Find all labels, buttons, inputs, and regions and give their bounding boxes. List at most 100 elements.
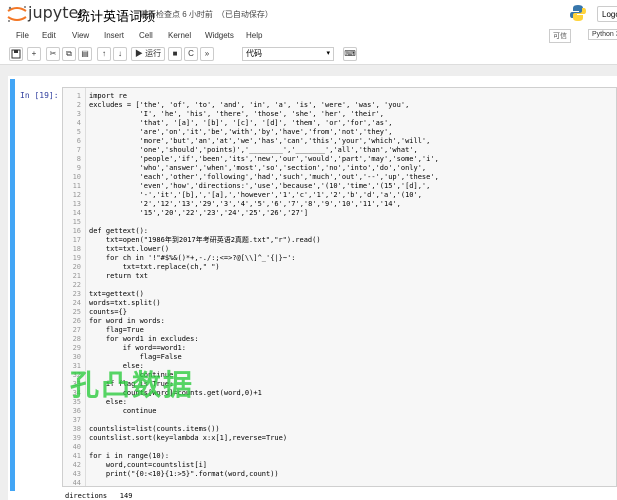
line-number: 30 [72,353,81,361]
restart-button[interactable]: C [184,47,198,61]
code-text: 'people','if','been','its','new','our','… [89,155,439,163]
code-line: 30 flag=False [63,353,616,362]
python-logo-icon [570,5,586,21]
move-up-button[interactable]: ↑ [97,47,111,61]
code-line: 11 'even','how','directions:','use','bec… [63,182,616,191]
code-line: 41 for i in range(10): [63,452,616,461]
line-number: 24 [72,299,81,307]
toolbar: + ✂ ⧉ ▤ ↑ ↓ ▶ 运行 ■ C » 代码 ▾ ⌨ [0,44,617,65]
line-number: 23 [72,290,81,298]
menu-widgets[interactable]: Widgets [205,31,234,40]
restart-run-all-button[interactable]: » [200,47,214,61]
arrow-down-icon: ↓ [118,49,122,58]
cell-type-select[interactable]: 代码 ▾ [242,47,334,61]
menu-view[interactable]: View [72,31,89,40]
code-text: '-','it','[b],','[a],','however','1','c'… [89,191,422,199]
menu-edit[interactable]: Edit [42,31,56,40]
line-number: 17 [72,236,81,244]
code-text: continue [89,407,157,415]
code-text: excludes = ['the', 'of', 'to', 'and', 'i… [89,101,410,109]
code-line: 29 if word==word1: [63,344,616,353]
command-palette-button[interactable]: ⌨ [343,47,357,61]
code-line: 21 return txt [63,272,616,281]
menu-cell[interactable]: Cell [139,31,153,40]
interrupt-button[interactable]: ■ [168,47,182,61]
keyboard-icon: ⌨ [344,49,356,58]
line-number: 14 [72,209,81,217]
line-number: 21 [72,272,81,280]
code-text: flag=False [89,353,182,361]
code-line: 4 'that', '[a]', '[b]', '[c]', '[d]', 't… [63,119,616,128]
code-editor[interactable]: 1 import re 2 excludes = ['the', 'of', 'to'… [62,87,617,487]
code-text: return txt [89,272,149,280]
code-text: txt=gettext() [89,290,144,298]
code-text: '15','20','22','23','24','25','26','27'] [89,209,309,217]
code-text: 'more','but','an','at','we','has','can',… [89,137,431,145]
code-line: 24 words=txt.split() [63,299,616,308]
line-number: 15 [72,218,81,226]
paste-button[interactable]: ▤ [78,47,92,61]
arrow-up-icon: ↑ [102,49,106,58]
code-text: def gettext(): [89,227,149,235]
code-line: 27 flag=True [63,326,616,335]
cut-button[interactable]: ✂ [46,47,60,61]
code-lines: 1 import re 2 excludes = ['the', 'of', 'to'… [63,92,616,488]
line-number: 18 [72,245,81,253]
code-line: 5 'are','on','it','be','with','by','have… [63,128,616,137]
logout-button[interactable]: Logout [597,6,617,22]
save-button[interactable] [9,47,23,61]
code-cell[interactable]: In [19]: 1 import re 2 excludes = ['the', '… [10,79,617,491]
code-line: 22 [63,281,616,290]
code-text: 'who','answer','when','most','so','secti… [89,164,427,172]
line-number: 39 [72,434,81,442]
line-number: 6 [76,137,81,145]
trusted-badge[interactable]: 可信 [549,29,571,43]
line-number: 8 [76,155,81,163]
code-text: 'each','other','following','had','such',… [89,173,439,181]
code-line: 38 countslist=list(counts.items()) [63,425,616,434]
code-text: '2','12','13','29','3','4','5','6','7','… [89,200,401,208]
line-number: 28 [72,335,81,343]
code-text: 'I', 'he', 'his', 'there', 'those', 'she… [89,110,385,118]
code-line: 1 import re [63,92,616,101]
code-line: 42 word,count=countslist[i] [63,461,616,470]
code-text: for i in range(10): [89,452,170,460]
code-text: 'even','how','directions:','use','becaus… [89,182,431,190]
input-prompt: In [19]: [20,91,59,100]
floppy-icon [11,49,21,59]
code-line: 20 txt=txt.replace(ch," ") [63,263,616,272]
insert-cell-button[interactable]: + [27,47,41,61]
line-number: 12 [72,191,81,199]
code-line: 36 continue [63,407,616,416]
line-number: 37 [72,416,81,424]
menu-kernel[interactable]: Kernel [168,31,191,40]
code-line: 25 counts={} [63,308,616,317]
code-text: 'are','on','it','be','with','by','have',… [89,128,393,136]
line-number: 10 [72,173,81,181]
code-text: 'one','should','points)','________','___… [89,146,418,154]
jupyter-logo-icon [7,6,27,22]
cell-output: directions 149 [65,492,133,500]
code-line: 13 '2','12','13','29','3','4','5','6','7… [63,200,616,209]
line-number: 40 [72,443,81,451]
cell-type-value: 代码 [246,49,262,58]
line-number: 25 [72,308,81,316]
menu-file[interactable]: File [16,31,29,40]
line-number: 42 [72,461,81,469]
chevron-down-icon: ▾ [326,50,330,57]
code-text: word,count=countslist[i] [89,461,208,469]
code-line: 8 'people','if','been','its','new','our'… [63,155,616,164]
run-button[interactable]: ▶ 运行 [131,47,165,61]
code-line: 16 def gettext(): [63,227,616,236]
code-line: 3 'I', 'he', 'his', 'there', 'those', 's… [63,110,616,119]
move-down-button[interactable]: ↓ [113,47,127,61]
kernel-indicator: Python 3 [588,29,617,40]
scissors-icon: ✂ [49,49,57,58]
restart-icon: C [188,49,194,58]
code-text: import re [89,92,127,100]
menu-insert[interactable]: Insert [104,31,124,40]
app-header: jupyter 统计英语词频 最新检查点 6 小时前 （已自动保存） Logou… [0,0,617,28]
menu-help[interactable]: Help [246,31,262,40]
copy-button[interactable]: ⧉ [62,47,76,61]
code-text: for word1 in excludes: [89,335,199,343]
